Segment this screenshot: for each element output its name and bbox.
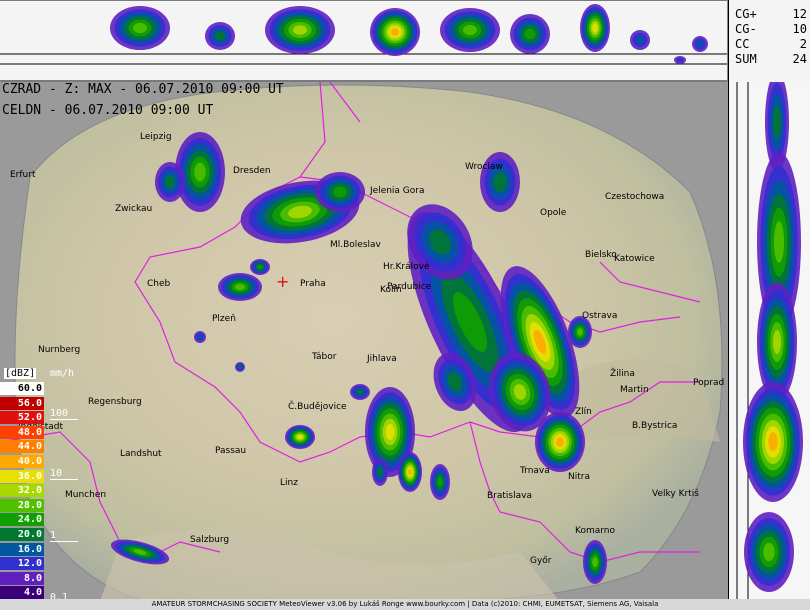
- city-label: Hr.Králové: [383, 262, 430, 272]
- footer-credits: AMATEUR STORMCHASING SOCIETY MeteoViewer…: [0, 599, 810, 610]
- legend-swatch: 48.0: [0, 425, 44, 439]
- legend-swatch: 32.0: [0, 484, 44, 498]
- city-label: Plzeň: [212, 314, 236, 324]
- city-label: Martin: [620, 385, 649, 395]
- lightning-row-cc: CC 2: [735, 37, 807, 51]
- legend-rate-label: 100: [50, 408, 78, 420]
- city-label: Regensburg: [88, 397, 142, 407]
- city-label: Győr: [530, 556, 552, 566]
- city-label: Praha: [300, 279, 326, 289]
- lightning-label: CG-: [735, 22, 757, 36]
- city-label: Trnava: [520, 466, 550, 476]
- city-label: Opole: [540, 208, 567, 218]
- city-label: Katowice: [614, 254, 655, 264]
- city-label: Žilina: [610, 369, 635, 379]
- city-label: Salzburg: [190, 535, 230, 545]
- city-label: Dresden: [233, 166, 271, 176]
- legend-swatch: 56.0: [0, 396, 44, 410]
- city-label: B.Bystrica: [632, 421, 678, 431]
- legend-swatch: 36.0: [0, 469, 44, 483]
- city-label: Ostrava: [582, 311, 618, 321]
- city-label: Nitra: [568, 472, 590, 482]
- city-label: Czestochowa: [605, 192, 665, 202]
- side-projection-panel: [728, 82, 810, 610]
- city-label: Bielsko: [585, 250, 617, 260]
- city-label: Komarno: [575, 526, 615, 536]
- radar-map[interactable]: CZRAD - Z: MAX - 06.07.2010 09:00 UT CEL…: [0, 82, 728, 599]
- radar-coverage-area: [14, 84, 723, 599]
- lightning-value: 10: [792, 22, 807, 36]
- city-label: Bratislava: [487, 491, 532, 501]
- legend-swatch: 24.0: [0, 513, 44, 527]
- lightning-value: 2: [799, 37, 807, 51]
- legend-swatch: 40.0: [0, 455, 44, 468]
- legend-swatch: 28.0: [0, 498, 44, 512]
- city-label: Tábor: [312, 352, 337, 362]
- city-label: Cheb: [147, 279, 171, 289]
- legend-swatch: 20.0: [0, 528, 44, 541]
- city-label: Jelenia Gora: [370, 186, 425, 196]
- top-projection-graphic: [0, 0, 727, 82]
- legend-swatch: 12.0: [0, 557, 44, 571]
- lightning-product-header: CELDN - 06.07.2010 09:00 UT: [2, 103, 214, 118]
- city-label: Leipzig: [140, 132, 172, 142]
- city-label: Nurnberg: [38, 345, 81, 355]
- city-label: Pardubice: [387, 282, 432, 292]
- legend-swatch: 16.0: [0, 542, 44, 556]
- radar-site-marker: +: [276, 272, 290, 291]
- radar-product-header: CZRAD - Z: MAX - 06.07.2010 09:00 UT: [2, 82, 284, 97]
- legend-title: [dBZ]: [4, 368, 37, 379]
- legend-rate-label: 10: [50, 468, 78, 480]
- city-label: Landshut: [120, 449, 162, 459]
- city-label: Zwickau: [115, 204, 153, 214]
- city-label: Munchen: [65, 490, 107, 500]
- city-label: Passau: [215, 446, 247, 456]
- lightning-label: SUM: [735, 52, 757, 66]
- city-label: Č.Budějovice: [288, 402, 347, 412]
- lightning-label: CG+: [735, 7, 757, 21]
- radar-map-graphic: [0, 82, 723, 599]
- legend-swatch: 60.0: [0, 382, 44, 395]
- city-label: Velky Krtiš: [652, 489, 699, 499]
- city-label: Erfurt: [10, 170, 36, 180]
- legend-rate-title: mm/h: [50, 368, 75, 379]
- lightning-value: 12: [792, 7, 807, 21]
- dbz-legend: [dBZ] mm/h 60.0 56.0 52.0 48.0 44.0 40.0 36.0 3…: [0, 368, 78, 604]
- legend-rate-label: 1: [50, 530, 78, 542]
- city-label: Ml.Boleslav: [330, 240, 381, 250]
- lightning-counts: CG+ 12 CG- 10 CC 2 SUM 24: [728, 0, 810, 82]
- top-projection-panel: [0, 0, 727, 82]
- city-label: Jihlava: [367, 354, 397, 364]
- city-label: Poprad: [693, 378, 725, 388]
- city-label: Wroclaw: [465, 162, 503, 172]
- legend-swatch: 8.0: [0, 571, 44, 585]
- legend-swatch: 4.0: [0, 586, 44, 600]
- lightning-label: CC: [735, 37, 750, 51]
- lightning-row-cg-plus: CG+ 12: [735, 7, 807, 21]
- city-label: Linz: [280, 478, 298, 488]
- legend-swatch: 44.0: [0, 440, 44, 454]
- city-label: Zlín: [575, 407, 592, 417]
- side-projection-graphic: [736, 82, 803, 610]
- lightning-row-cg-minus: CG- 10: [735, 22, 807, 36]
- lightning-value: 24: [792, 52, 807, 66]
- legend-swatch: 52.0: [0, 411, 44, 425]
- lightning-row-sum: SUM 24: [735, 52, 807, 66]
